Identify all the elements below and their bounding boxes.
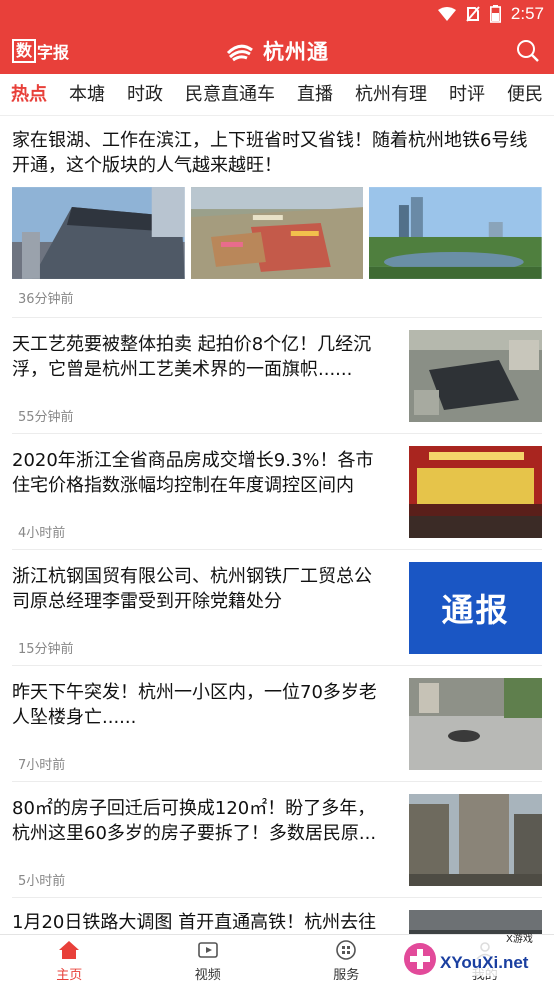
news-thumbnail bbox=[409, 446, 542, 538]
clock: 2:57 bbox=[510, 4, 544, 23]
app-brand: 杭州通 bbox=[0, 36, 554, 66]
news-image bbox=[369, 187, 543, 279]
news-item[interactable]: 天工艺苑要被整体拍卖 起拍价8个亿！几经沉浮，它曾是杭州工艺美术界的一面旗帜..… bbox=[12, 318, 542, 434]
news-time: 36分钟前 bbox=[18, 292, 74, 307]
service-grid-icon bbox=[336, 939, 357, 960]
app-header: 数 字报 杭州通 bbox=[0, 28, 554, 74]
watermark: X游戏 XYouXi.net bbox=[404, 932, 542, 976]
watermark-site: XYouXi.net bbox=[440, 953, 529, 972]
news-item[interactable]: 家在银湖、工作在滨江，上下班省时又省钱！随着杭州地铁6号线开通，这个版块的人气越… bbox=[12, 116, 543, 318]
tab-hangzhou-reason[interactable]: 杭州有理 bbox=[344, 74, 438, 115]
news-thumbnail bbox=[409, 794, 542, 886]
tab-politics[interactable]: 时政 bbox=[116, 74, 174, 115]
category-tabs: 热点 本塘 时政 民意直通车 直播 杭州有理 时评 便民 bbox=[0, 74, 554, 116]
tab-convenience[interactable]: 便民 bbox=[496, 74, 554, 115]
news-item[interactable]: 浙江杭钢国贸有限公司、杭州钢铁厂工贸总公司原总经理李雷受到开除党籍处分 通报 1… bbox=[12, 550, 542, 666]
news-time: 15分钟前 bbox=[18, 642, 74, 657]
news-title: 80㎡的房子回迁后可换成120㎡！盼了多年，杭州这里60多岁的房子要拆了！多数居… bbox=[12, 798, 377, 844]
watermark-tag: X游戏 bbox=[506, 932, 533, 945]
news-time: 55分钟前 bbox=[18, 410, 74, 425]
tab-hot[interactable]: 热点 bbox=[0, 74, 58, 115]
news-item[interactable]: 昨天下午突发！杭州一小区内，一位70多岁老人坠楼身亡...... 7小时前 bbox=[12, 666, 542, 782]
tab-commentary[interactable]: 时评 bbox=[438, 74, 496, 115]
brand-logo-icon bbox=[226, 44, 253, 62]
news-item[interactable]: 80㎡的房子回迁后可换成120㎡！盼了多年，杭州这里60多岁的房子要拆了！多数居… bbox=[12, 782, 542, 898]
news-thumbnail bbox=[409, 678, 542, 770]
video-icon bbox=[197, 941, 218, 958]
nav-home-label: 主页 bbox=[56, 967, 83, 983]
news-time: 4小时前 bbox=[18, 526, 66, 541]
news-feed: 家在银湖、工作在滨江，上下班省时又省钱！随着杭州地铁6号线开通，这个版块的人气越… bbox=[0, 116, 554, 934]
search-icon[interactable] bbox=[516, 39, 540, 63]
thumbnail-text: 通报 bbox=[441, 591, 510, 629]
news-thumbnail bbox=[409, 330, 542, 422]
news-title: 昨天下午突发！杭州一小区内，一位70多岁老人坠楼身亡...... bbox=[12, 682, 377, 728]
tab-public-opinion[interactable]: 民意直通车 bbox=[174, 74, 286, 115]
news-title: 家在银湖、工作在滨江，上下班省时又省钱！随着杭州地铁6号线开通，这个版块的人气越… bbox=[12, 130, 528, 176]
news-title: 浙江杭钢国贸有限公司、杭州钢铁厂工贸总公司原总经理李雷受到开除党籍处分 bbox=[12, 566, 372, 612]
no-sim-icon bbox=[466, 6, 480, 22]
news-image bbox=[190, 187, 364, 279]
home-icon bbox=[59, 940, 80, 959]
app-title: 杭州通 bbox=[263, 40, 329, 64]
news-item[interactable]: 2020年浙江全省商品房成交增长9.3%！各市住宅价格指数涨幅均控制在年度调控区… bbox=[12, 434, 542, 550]
nav-video-label: 视频 bbox=[194, 967, 221, 983]
news-title: 2020年浙江全省商品房成交增长9.3%！各市住宅价格指数涨幅均控制在年度调控区… bbox=[12, 450, 374, 496]
news-item[interactable]: 1月20日铁路大调图 首开直通高铁！杭州去往 bbox=[12, 898, 542, 934]
status-bar: 2:57 bbox=[0, 0, 554, 28]
battery-icon bbox=[489, 5, 501, 23]
nav-service[interactable]: 服务 bbox=[277, 935, 416, 986]
nav-home[interactable]: 主页 bbox=[0, 935, 139, 986]
news-time: 7小时前 bbox=[18, 758, 66, 773]
news-time: 5小时前 bbox=[18, 874, 66, 889]
news-thumbnail: 通报 bbox=[409, 562, 542, 654]
nav-video[interactable]: 视频 bbox=[139, 935, 278, 986]
news-image bbox=[12, 187, 185, 279]
wifi-icon bbox=[437, 7, 456, 21]
news-thumbnail bbox=[409, 910, 542, 934]
tab-live[interactable]: 直播 bbox=[286, 74, 344, 115]
tab-bentang[interactable]: 本塘 bbox=[58, 74, 116, 115]
news-title: 1月20日铁路大调图 首开直通高铁！杭州去往 bbox=[12, 912, 377, 933]
news-title: 天工艺苑要被整体拍卖 起拍价8个亿！几经沉浮，它曾是杭州工艺美术界的一面旗帜..… bbox=[12, 334, 372, 380]
nav-service-label: 服务 bbox=[333, 967, 360, 983]
